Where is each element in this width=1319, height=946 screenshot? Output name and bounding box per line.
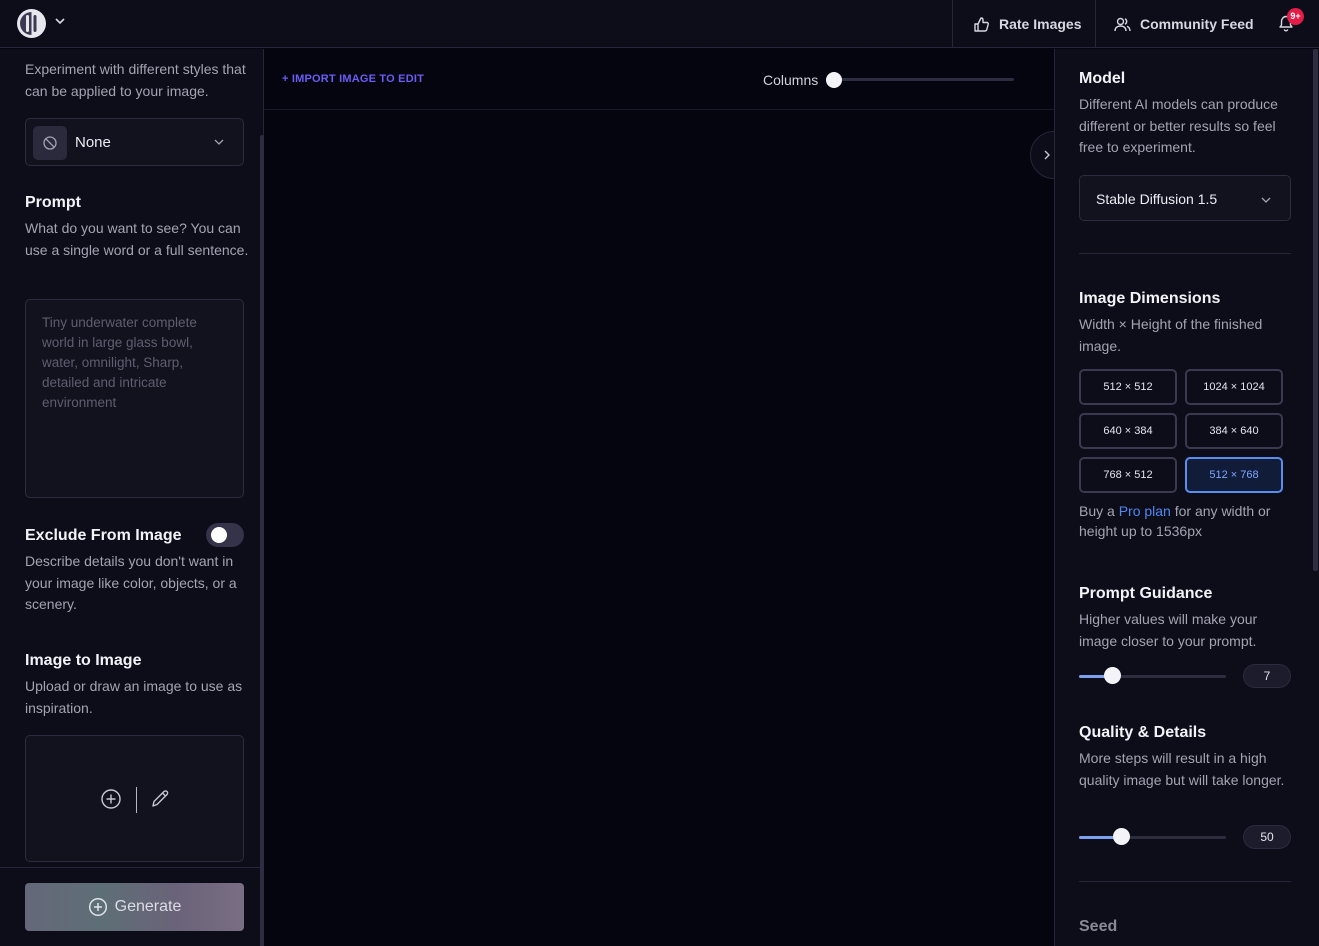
- chevron-right-icon: [1044, 150, 1050, 160]
- users-icon: [1114, 17, 1131, 31]
- divider: [1079, 881, 1291, 882]
- import-image-button[interactable]: + IMPORT IMAGE TO EDIT: [282, 73, 424, 85]
- exclude-toggle[interactable]: [206, 523, 244, 547]
- divider: [1079, 253, 1291, 254]
- prompt-input[interactable]: Tiny underwater complete world in large …: [25, 299, 244, 498]
- no-style-icon: [33, 126, 67, 160]
- pro-prefix: Buy a: [1079, 503, 1119, 519]
- chevron-down-icon[interactable]: [54, 15, 66, 27]
- style-value: None: [75, 134, 111, 151]
- style-select[interactable]: None: [25, 118, 244, 166]
- exclude-heading: Exclude From Image: [25, 527, 182, 544]
- dimension-512x512-button[interactable]: 512 × 512: [1079, 369, 1177, 405]
- dimension-512x768-button[interactable]: 512 × 768: [1185, 457, 1283, 493]
- chevron-down-icon: [214, 139, 224, 145]
- dimension-384x640-button[interactable]: 384 × 640: [1185, 413, 1283, 449]
- pro-plan-link[interactable]: Pro plan: [1119, 503, 1171, 519]
- plus-circle-icon[interactable]: [100, 788, 122, 810]
- img2img-dropzone: [25, 735, 244, 862]
- generate-button[interactable]: Generate: [25, 883, 244, 931]
- model-value: Stable Diffusion 1.5: [1096, 191, 1218, 207]
- left-settings-panel: Experiment with different styles that ca…: [0, 49, 264, 946]
- generate-label: Generate: [114, 898, 182, 915]
- rate-images-link[interactable]: Rate Images: [952, 0, 1095, 48]
- img2img-hint: Upload or draw an image to use as inspir…: [25, 678, 243, 716]
- guidance-value[interactable]: 7: [1243, 664, 1291, 688]
- model-heading: Model: [1079, 70, 1126, 87]
- notification-badge: 9+: [1287, 8, 1304, 25]
- style-hint: Experiment with different styles that ca…: [25, 61, 246, 99]
- dimensions-hint: Width × Height of the finished image.: [1079, 316, 1263, 354]
- chevron-down-icon: [1261, 197, 1271, 203]
- right-scrollbar[interactable]: [1313, 49, 1318, 571]
- pencil-icon[interactable]: [149, 788, 171, 810]
- dimensions-heading: Image Dimensions: [1079, 290, 1221, 307]
- exclude-hint: Describe details you don't want in your …: [25, 553, 237, 612]
- plus-circle-icon: [88, 897, 107, 917]
- guidance-slider[interactable]: [1079, 675, 1226, 678]
- dimension-640x384-button[interactable]: 640 × 384: [1079, 413, 1177, 449]
- logo-icon[interactable]: [17, 9, 46, 38]
- pro-plan-note: Buy a Pro plan for any width or height u…: [1079, 501, 1294, 541]
- prompt-hint: What do you want to see? You can use a s…: [25, 220, 249, 258]
- divider: [0, 867, 260, 868]
- right-settings-panel: Model Different AI models can produce di…: [1054, 49, 1319, 946]
- guidance-slider-knob[interactable]: [1104, 667, 1121, 684]
- canvas-toolbar: + IMPORT IMAGE TO EDIT Columns: [264, 49, 1054, 110]
- divider: [136, 787, 137, 813]
- dimension-768x512-button[interactable]: 768 × 512: [1079, 457, 1177, 493]
- guidance-heading: Prompt Guidance: [1079, 585, 1213, 602]
- community-feed-label: Community Feed: [1140, 16, 1254, 32]
- image-canvas: + IMPORT IMAGE TO EDIT Columns: [264, 49, 1078, 946]
- columns-slider[interactable]: [835, 78, 1014, 81]
- columns-slider-knob[interactable]: [826, 72, 842, 88]
- quality-value[interactable]: 50: [1243, 825, 1291, 849]
- quality-hint: More steps will result in a high quality…: [1079, 750, 1285, 788]
- columns-label: Columns: [763, 72, 819, 88]
- quality-slider-knob[interactable]: [1113, 828, 1130, 845]
- model-hint: Different AI models can produce differen…: [1079, 96, 1278, 155]
- prompt-heading: Prompt: [25, 194, 81, 211]
- quality-slider[interactable]: [1079, 836, 1226, 839]
- seed-heading: Seed: [1079, 918, 1118, 935]
- model-select[interactable]: Stable Diffusion 1.5: [1079, 175, 1291, 221]
- thumbs-up-icon: [974, 16, 989, 32]
- toggle-knob: [211, 527, 227, 543]
- top-bar: Rate Images Community Feed 9+: [0, 0, 1319, 48]
- quality-heading: Quality & Details: [1079, 724, 1207, 741]
- guidance-hint: Higher values will make your image close…: [1079, 611, 1258, 649]
- rate-images-label: Rate Images: [999, 16, 1082, 32]
- community-feed-link[interactable]: Community Feed: [1095, 0, 1265, 48]
- dimension-1024x1024-button[interactable]: 1024 × 1024: [1185, 369, 1283, 405]
- img2img-heading: Image to Image: [25, 652, 142, 669]
